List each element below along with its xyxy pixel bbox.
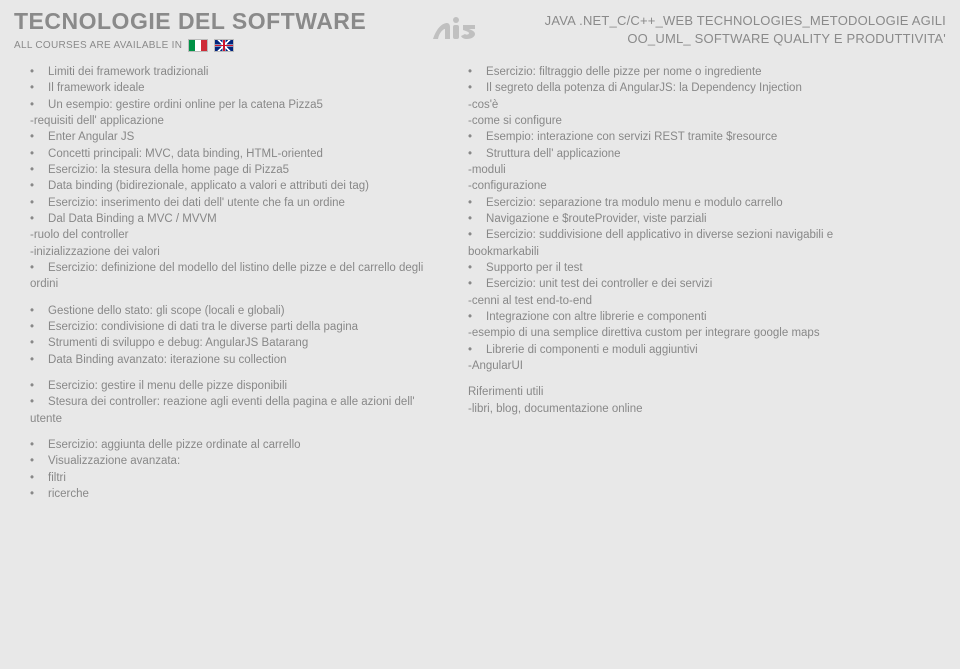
bullet-line: ricerche — [30, 486, 440, 502]
content-area: Limiti dei framework tradizionaliIl fram… — [0, 58, 960, 522]
plain-line: Riferimenti utili — [468, 384, 878, 400]
bullet-line: Esercizio: filtraggio delle pizze per no… — [468, 64, 878, 80]
plain-line: -inizializzazione dei valori — [30, 244, 440, 260]
column-right: Esercizio: filtraggio delle pizze per no… — [468, 64, 878, 512]
bullet-line: Il framework ideale — [30, 80, 440, 96]
bullet-line: Dal Data Binding a MVC / MVVM — [30, 211, 440, 227]
bullet-line: Esercizio: unit test dei controller e de… — [468, 276, 878, 292]
bullet-line: Integrazione con altre librerie e compon… — [468, 309, 878, 325]
plain-line: -moduli — [468, 162, 878, 178]
column-left: Limiti dei framework tradizionaliIl fram… — [30, 64, 440, 512]
bullet-line: Esercizio: suddivisione dell applicativo… — [468, 227, 878, 260]
bullet-line: Visualizzazione avanzata: — [30, 453, 440, 469]
block-c1-2: Gestione dello stato: gli scope (locali … — [30, 303, 440, 368]
flag-uk-icon — [214, 39, 234, 52]
flag-it-icon — [188, 39, 208, 52]
plain-line: -cenni al test end-to-end — [468, 293, 878, 309]
block-c1-4: Esercizio: aggiunta delle pizze ordinate… — [30, 437, 440, 502]
bullet-line: Un esempio: gestire ordini online per la… — [30, 97, 440, 113]
plain-line: -requisiti dell' applicazione — [30, 113, 440, 129]
page-title: TECNOLOGIE DEL SOFTWARE — [14, 8, 366, 35]
bullet-line: Stesura dei controller: reazione agli ev… — [30, 394, 440, 427]
plain-line: -libri, blog, documentazione online — [468, 401, 878, 417]
bullet-line: Strumenti di sviluppo e debug: AngularJS… — [30, 335, 440, 351]
bullet-line: Esercizio: gestire il menu delle pizze d… — [30, 378, 440, 394]
header-right: JAVA .NET_C/C++_WEB TECHNOLOGIES_METODOL… — [545, 12, 946, 47]
bullet-line: Enter Angular JS — [30, 129, 440, 145]
page-header: TECNOLOGIE DEL SOFTWARE ALL COURSES ARE … — [0, 0, 960, 58]
bullet-line: Esempio: interazione con servizi REST tr… — [468, 129, 878, 145]
bullet-line: Struttura dell' applicazione — [468, 146, 878, 162]
bullet-line: Navigazione e $routeProvider, viste parz… — [468, 211, 878, 227]
block-c2-1: Esercizio: filtraggio delle pizze per no… — [468, 64, 878, 374]
header-right-line2: OO_UML_ SOFTWARE QUALITY E PRODUTTIVITA' — [545, 30, 946, 48]
header-right-line1: JAVA .NET_C/C++_WEB TECHNOLOGIES_METODOL… — [545, 12, 946, 30]
subtitle-text: ALL COURSES ARE AVAILABLE IN — [14, 40, 182, 51]
bullet-line: Esercizio: inserimento dei dati dell' ut… — [30, 195, 440, 211]
plain-line: -come si configure — [468, 113, 878, 129]
bullet-line: Supporto per il test — [468, 260, 878, 276]
bullet-line: Limiti dei framework tradizionali — [30, 64, 440, 80]
bullet-line: Esercizio: la stesura della home page di… — [30, 162, 440, 178]
plain-line: -AngularUI — [468, 358, 878, 374]
bullet-line: Librerie di componenti e moduli aggiunti… — [468, 342, 878, 358]
plain-line: -ruolo del controller — [30, 227, 440, 243]
bullet-line: Il segreto della potenza di AngularJS: l… — [468, 80, 878, 96]
block-c1-3: Esercizio: gestire il menu delle pizze d… — [30, 378, 440, 427]
bullet-line: Esercizio: aggiunta delle pizze ordinate… — [30, 437, 440, 453]
subtitle-row: ALL COURSES ARE AVAILABLE IN — [14, 39, 366, 52]
plain-line: -cos'è — [468, 97, 878, 113]
bullet-line: Esercizio: condivisione di dati tra le d… — [30, 319, 440, 335]
plain-line: -esempio di una semplice direttiva custo… — [468, 325, 878, 341]
bullet-line: filtri — [30, 470, 440, 486]
bullet-line: Data binding (bidirezionale, applicato a… — [30, 178, 440, 194]
bullet-line: Esercizio: definizione del modello del l… — [30, 260, 440, 293]
logo-icon — [429, 13, 481, 50]
plain-line: -configurazione — [468, 178, 878, 194]
bullet-line: Data Binding avanzato: iterazione su col… — [30, 352, 440, 368]
block-c1-1: Limiti dei framework tradizionaliIl fram… — [30, 64, 440, 293]
bullet-line: Concetti principali: MVC, data binding, … — [30, 146, 440, 162]
block-c2-2: Riferimenti utili-libri, blog, documenta… — [468, 384, 878, 417]
bullet-line: Gestione dello stato: gli scope (locali … — [30, 303, 440, 319]
bullet-line: Esercizio: separazione tra modulo menu e… — [468, 195, 878, 211]
header-left: TECNOLOGIE DEL SOFTWARE ALL COURSES ARE … — [14, 8, 366, 52]
